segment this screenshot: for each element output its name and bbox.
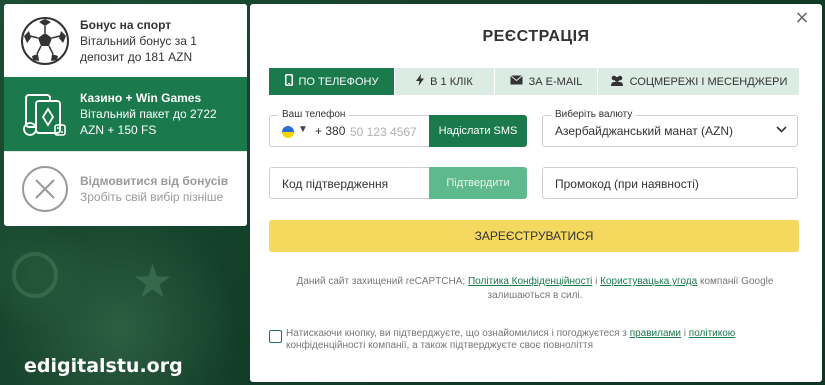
background-star-icon: ★ <box>132 255 174 307</box>
users-icon <box>610 75 624 89</box>
envelope-icon <box>509 75 523 88</box>
phone-icon <box>284 74 293 89</box>
promo-input[interactable] <box>555 175 785 193</box>
bonus-decline-title: Відмовитися від бонусів <box>80 174 229 188</box>
consent-text-post: конфіденційності компанії, а також підтв… <box>286 340 594 351</box>
ukraine-flag-icon[interactable] <box>282 126 294 138</box>
consent-text: Натискаючи кнопку, ви підтверджуєте, що … <box>286 328 799 352</box>
close-circle-icon <box>20 164 70 214</box>
soccer-ball-icon <box>20 16 70 66</box>
phone-legend: Ваш телефон <box>278 109 350 120</box>
phone-country-code: + 380 <box>315 124 346 138</box>
tab-email[interactable]: За e-mail <box>495 68 598 95</box>
casino-cards-icon <box>20 89 70 139</box>
registration-tabs: По телефону В 1 клік За e-mail Соцмережі… <box>269 68 799 95</box>
currency-select[interactable]: Виберіть валюту Азербайджанський манат (… <box>542 109 798 147</box>
privacy-link[interactable]: політикою <box>689 328 736 339</box>
chevron-down-icon[interactable]: ▼ <box>298 124 308 135</box>
bonus-option-sport[interactable]: Бонус на спорт Вітальний бонус за 1 депо… <box>4 4 247 77</box>
tab-label: Соцмережі і месенджери <box>629 75 788 88</box>
consent-row: Натискаючи кнопку, ви підтверджуєте, що … <box>269 328 799 352</box>
register-button[interactable]: Зареєструватися <box>269 220 799 252</box>
recaptcha-text-pre: Даний сайт захищений reCAPTCHA; <box>296 276 466 287</box>
tab-label: По телефону <box>298 75 379 88</box>
bonus-sport-title: Бонус на спорт <box>80 17 172 32</box>
bonus-decline-desc: Зробіть свій вибір пізніше <box>80 190 224 204</box>
tab-label: За e-mail <box>528 75 583 88</box>
consent-and: і <box>683 328 686 339</box>
bonus-sport-desc: Вітальний бонус за 1 депозит до 181 AZN <box>80 33 197 64</box>
privacy-policy-link[interactable]: Політика Конфіденційності <box>468 276 592 287</box>
currency-legend: Виберіть валюту <box>551 109 637 120</box>
recaptcha-and: і <box>595 276 598 287</box>
close-icon[interactable]: × <box>792 8 812 28</box>
confirm-button[interactable]: Підтвердити <box>429 167 527 199</box>
watermark: edigitalstu.org <box>24 355 183 377</box>
bonus-option-casino[interactable]: Казино + Win Games Вітальний пакет до 27… <box>4 77 247 151</box>
bonus-casino-title: Казино + Win Games <box>80 91 202 105</box>
user-agreement-link[interactable]: Користувацька угода <box>600 276 697 287</box>
send-sms-button[interactable]: Надіслати SMS <box>429 115 527 147</box>
lightning-icon <box>416 74 425 89</box>
promo-field <box>542 167 798 199</box>
currency-value: Азербайджанський манат (AZN) <box>555 124 734 138</box>
phone-input[interactable] <box>350 123 430 141</box>
bonus-panel: Бонус на спорт Вітальний бонус за 1 депо… <box>4 4 247 226</box>
tab-by-phone[interactable]: По телефону <box>269 68 395 95</box>
phone-field: Ваш телефон ▼ + 380 Надіслати SMS <box>269 109 527 147</box>
consent-text-pre: Натискаючи кнопку, ви підтверджуєте, що … <box>286 328 627 339</box>
rules-link[interactable]: правилами <box>630 328 681 339</box>
tab-social[interactable]: Соцмережі і месенджери <box>598 68 799 95</box>
consent-checkbox[interactable] <box>269 330 282 343</box>
confirmation-code-input[interactable] <box>282 175 422 193</box>
background-timer-shape <box>12 252 58 298</box>
registration-modal: × РЕЄСТРАЦІЯ По телефону В 1 клік За e-m… <box>250 4 822 382</box>
tab-label: В 1 клік <box>430 75 473 88</box>
recaptcha-notice: Даний сайт захищений reCAPTCHA; Політика… <box>290 275 780 303</box>
confirmation-code-field: Підтвердити <box>269 167 527 199</box>
chevron-down-icon <box>776 123 787 138</box>
bonus-casino-desc: Вітальний пакет до 2722 AZN + 150 FS <box>80 107 217 137</box>
bonus-option-decline[interactable]: Відмовитися від бонусів Зробіть свій виб… <box>4 151 247 226</box>
tab-one-click[interactable]: В 1 клік <box>395 68 495 95</box>
modal-title: РЕЄСТРАЦІЯ <box>482 28 590 45</box>
